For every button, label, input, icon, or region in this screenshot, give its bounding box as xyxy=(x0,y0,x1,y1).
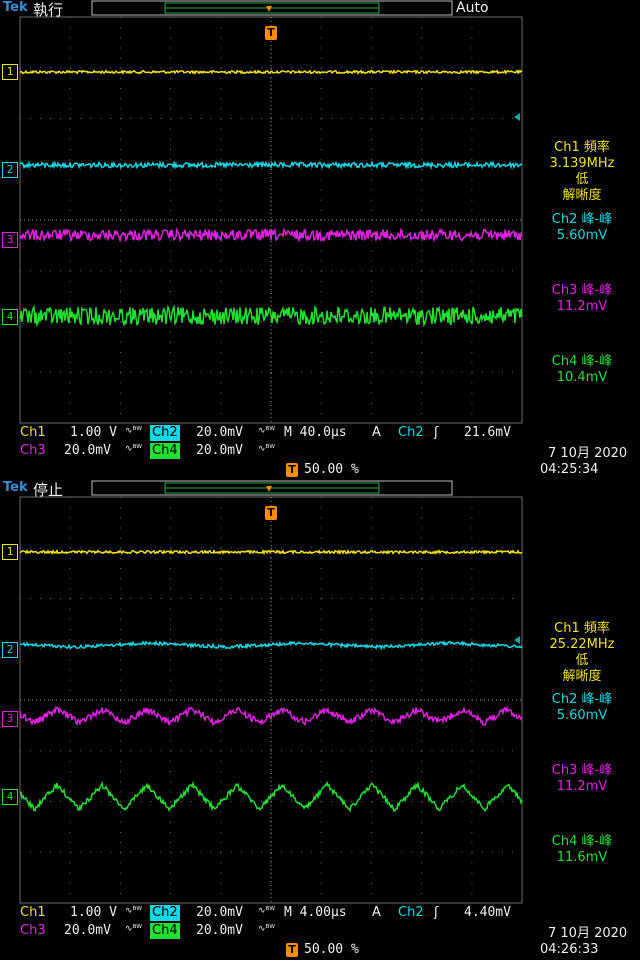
ch2-pkpk-value: 5.60mV xyxy=(556,708,608,723)
ch1-bw-icon: ∿ᴮᵂ xyxy=(125,426,143,436)
ch2-bw-icon: ∿ᴮᵂ xyxy=(258,426,276,436)
date: 7 10月 2020 xyxy=(548,446,628,461)
ch4-pkpk-label: Ch4 峰-峰 xyxy=(551,834,613,849)
ch3-marker[interactable]: 3 xyxy=(2,711,18,727)
ch2-tag[interactable]: Ch2 xyxy=(150,425,180,441)
ch2-scale: 20.0mV xyxy=(196,905,243,920)
scope-screen-1: Tek 執行 Auto ▾ T 1 2 3 4 Ch1 頻率 3.139MHz … xyxy=(0,0,640,480)
ch4-tag[interactable]: Ch4 xyxy=(150,923,180,939)
ch2-pkpk-value: 5.60mV xyxy=(556,228,608,243)
ch4-scale: 20.0mV xyxy=(196,923,243,938)
ch1-marker[interactable]: 1 xyxy=(2,64,18,80)
ch1-freq-value: 3.139MHz xyxy=(549,156,615,171)
ch1-freq-note-low: 低 xyxy=(575,172,589,187)
ch1-marker[interactable]: 1 xyxy=(2,544,18,560)
status-bar: Ch1 1.00 V ∿ᴮᵂ Ch2 20.0mV ∿ᴮᵂ M 4.00µs A… xyxy=(18,905,528,945)
ch1-scale: 1.00 V xyxy=(70,905,117,920)
ch1-waveform xyxy=(19,69,523,75)
ch4-bw-icon: ∿ᴮᵂ xyxy=(258,444,276,454)
ch2-pkpk-label: Ch2 峰-峰 xyxy=(551,212,613,227)
timebase[interactable]: M 4.00µs xyxy=(282,905,349,921)
ch3-scale: 20.0mV xyxy=(64,443,111,458)
ch2-marker[interactable]: 2 xyxy=(2,162,18,178)
trigger-slope-icon: ʃ xyxy=(434,425,439,440)
trigger-level-arrow[interactable] xyxy=(514,113,520,121)
trigger-level-arrow[interactable] xyxy=(514,636,520,644)
ch4-bw-icon: ∿ᴮᵂ xyxy=(258,924,276,934)
ch2-bw-icon: ∿ᴮᵂ xyxy=(258,906,276,916)
ch2-waveform xyxy=(19,639,523,651)
acquisition-state: 停止 xyxy=(33,481,64,499)
trigger-position-status-icon: T xyxy=(286,943,298,957)
trigger-position-value[interactable]: 50.00 % xyxy=(302,942,361,958)
ch4-pkpk-value: 10.4mV xyxy=(556,370,608,385)
trigger-source[interactable]: Ch2 xyxy=(396,905,426,921)
trigger-level[interactable]: 4.40mV xyxy=(462,905,513,921)
trigger-position-icon[interactable]: T xyxy=(265,26,277,40)
timebase[interactable]: M 40.0µs xyxy=(282,425,349,441)
ch2-scale: 20.0mV xyxy=(196,425,243,440)
trigger-position-marker-top[interactable]: ▾ xyxy=(266,1,272,15)
ch1-waveform xyxy=(19,548,523,556)
waveform-grid xyxy=(19,16,523,424)
trigger-slope-icon: ʃ xyxy=(434,905,439,920)
ch1-freq-note-low: 低 xyxy=(575,653,589,668)
ch3-pkpk-label: Ch3 峰-峰 xyxy=(551,763,613,778)
trigger-position-marker-top[interactable]: ▾ xyxy=(266,481,272,495)
acquire-mode: A xyxy=(372,905,381,920)
ch1-freq-note-resolution: 解晰度 xyxy=(562,188,602,203)
ch3-bw-icon: ∿ᴮᵂ xyxy=(125,444,143,454)
ch3-pkpk-value: 11.2mV xyxy=(556,299,608,314)
ch1-freq-label: Ch1 頻率 xyxy=(554,140,610,155)
brand-logo: Tek xyxy=(3,480,28,495)
ch3-tag[interactable]: Ch3 xyxy=(18,443,48,459)
ch1-freq-note-resolution: 解晰度 xyxy=(562,669,602,684)
time: 04:25:34 xyxy=(540,462,599,477)
ch2-tag[interactable]: Ch2 xyxy=(150,905,180,921)
ch1-freq-label: Ch1 頻率 xyxy=(554,621,610,636)
ch4-waveform xyxy=(19,780,523,813)
trigger-source[interactable]: Ch2 xyxy=(396,425,426,441)
ch4-pkpk-label: Ch4 峰-峰 xyxy=(551,354,613,369)
ch1-freq-value: 25.22MHz xyxy=(549,637,615,652)
date: 7 10月 2020 xyxy=(548,926,628,941)
ch4-tag[interactable]: Ch4 xyxy=(150,443,180,459)
ch3-tag[interactable]: Ch3 xyxy=(18,923,48,939)
ch4-pkpk-value: 11.6mV xyxy=(556,850,608,865)
time: 04:26:33 xyxy=(540,942,599,957)
trigger-position-value[interactable]: 50.00 % xyxy=(302,462,361,478)
ch2-waveform xyxy=(19,159,523,171)
ch2-marker[interactable]: 2 xyxy=(2,642,18,658)
ch4-marker[interactable]: 4 xyxy=(2,309,18,325)
trigger-mode: Auto xyxy=(456,0,489,16)
ch4-scale: 20.0mV xyxy=(196,443,243,458)
trigger-level[interactable]: 21.6mV xyxy=(462,425,513,441)
ch4-marker[interactable]: 4 xyxy=(2,789,18,805)
waveform-grid xyxy=(19,496,523,904)
ch3-bw-icon: ∿ᴮᵂ xyxy=(125,924,143,934)
trigger-position-status-icon: T xyxy=(286,463,298,477)
ch1-tag[interactable]: Ch1 xyxy=(18,905,48,921)
ch2-pkpk-label: Ch2 峰-峰 xyxy=(551,692,613,707)
ch3-pkpk-label: Ch3 峰-峰 xyxy=(551,283,613,298)
brand-logo: Tek xyxy=(3,0,28,15)
ch1-bw-icon: ∿ᴮᵂ xyxy=(125,906,143,916)
ch3-marker[interactable]: 3 xyxy=(2,232,18,248)
ch1-scale: 1.00 V xyxy=(70,425,117,440)
scope-screen-2: Tek 停止 ▾ T 1 2 3 4 Ch1 頻率 25.22MHz 低 解晰度… xyxy=(0,480,640,960)
ch3-scale: 20.0mV xyxy=(64,923,111,938)
acquire-mode: A xyxy=(372,425,381,440)
ch1-tag[interactable]: Ch1 xyxy=(18,425,48,441)
ch3-pkpk-value: 11.2mV xyxy=(556,779,608,794)
status-bar: Ch1 1.00 V ∿ᴮᵂ Ch2 20.0mV ∿ᴮᵂ M 40.0µs A… xyxy=(18,425,528,465)
trigger-position-icon[interactable]: T xyxy=(265,506,277,520)
acquisition-state: 執行 xyxy=(33,1,64,19)
